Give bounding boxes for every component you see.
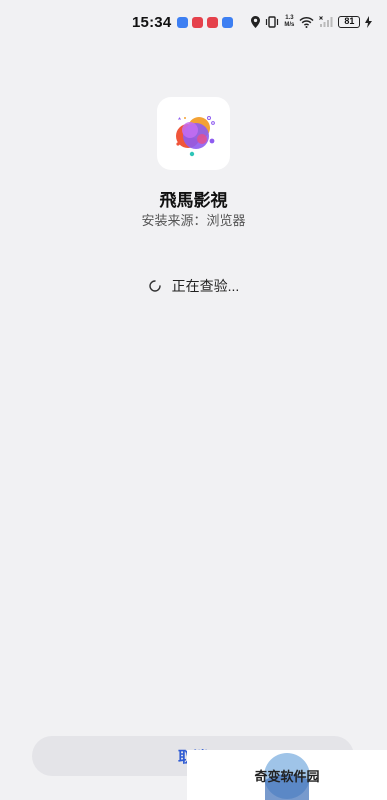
app-name: 飛馬影視 (159, 191, 228, 210)
app-notification-icon (177, 16, 189, 28)
checking-status: 正在查验... (0, 276, 387, 296)
checking-text: 正在查验... (171, 278, 240, 294)
wifi-icon (299, 16, 314, 28)
app-notification-icon (192, 16, 204, 28)
network-speed: 1.3 M/s (284, 15, 295, 28)
notification-icons (177, 16, 234, 28)
install-source-label: 安装来源：浏览器 (141, 213, 246, 228)
vibrate-icon (266, 16, 279, 28)
loading-spinner-icon (148, 280, 161, 292)
watermark-text: 奇变软件园 (254, 768, 320, 784)
app-notification-icon (207, 16, 219, 28)
watermark: 奇变软件园 (187, 750, 387, 800)
system-icons: 1.3 M/s 81 (251, 15, 373, 29)
status-time: 15:34 (132, 13, 172, 31)
status-bar: 15:34 1.3 M/s 81 (0, 0, 387, 44)
charging-icon (365, 16, 373, 28)
app-icon (157, 97, 230, 170)
app-logo-icon (175, 115, 215, 156)
location-icon (251, 16, 261, 28)
signal-icon (319, 16, 333, 27)
battery-indicator: 81 (338, 16, 361, 28)
app-notification-icon (222, 16, 234, 28)
